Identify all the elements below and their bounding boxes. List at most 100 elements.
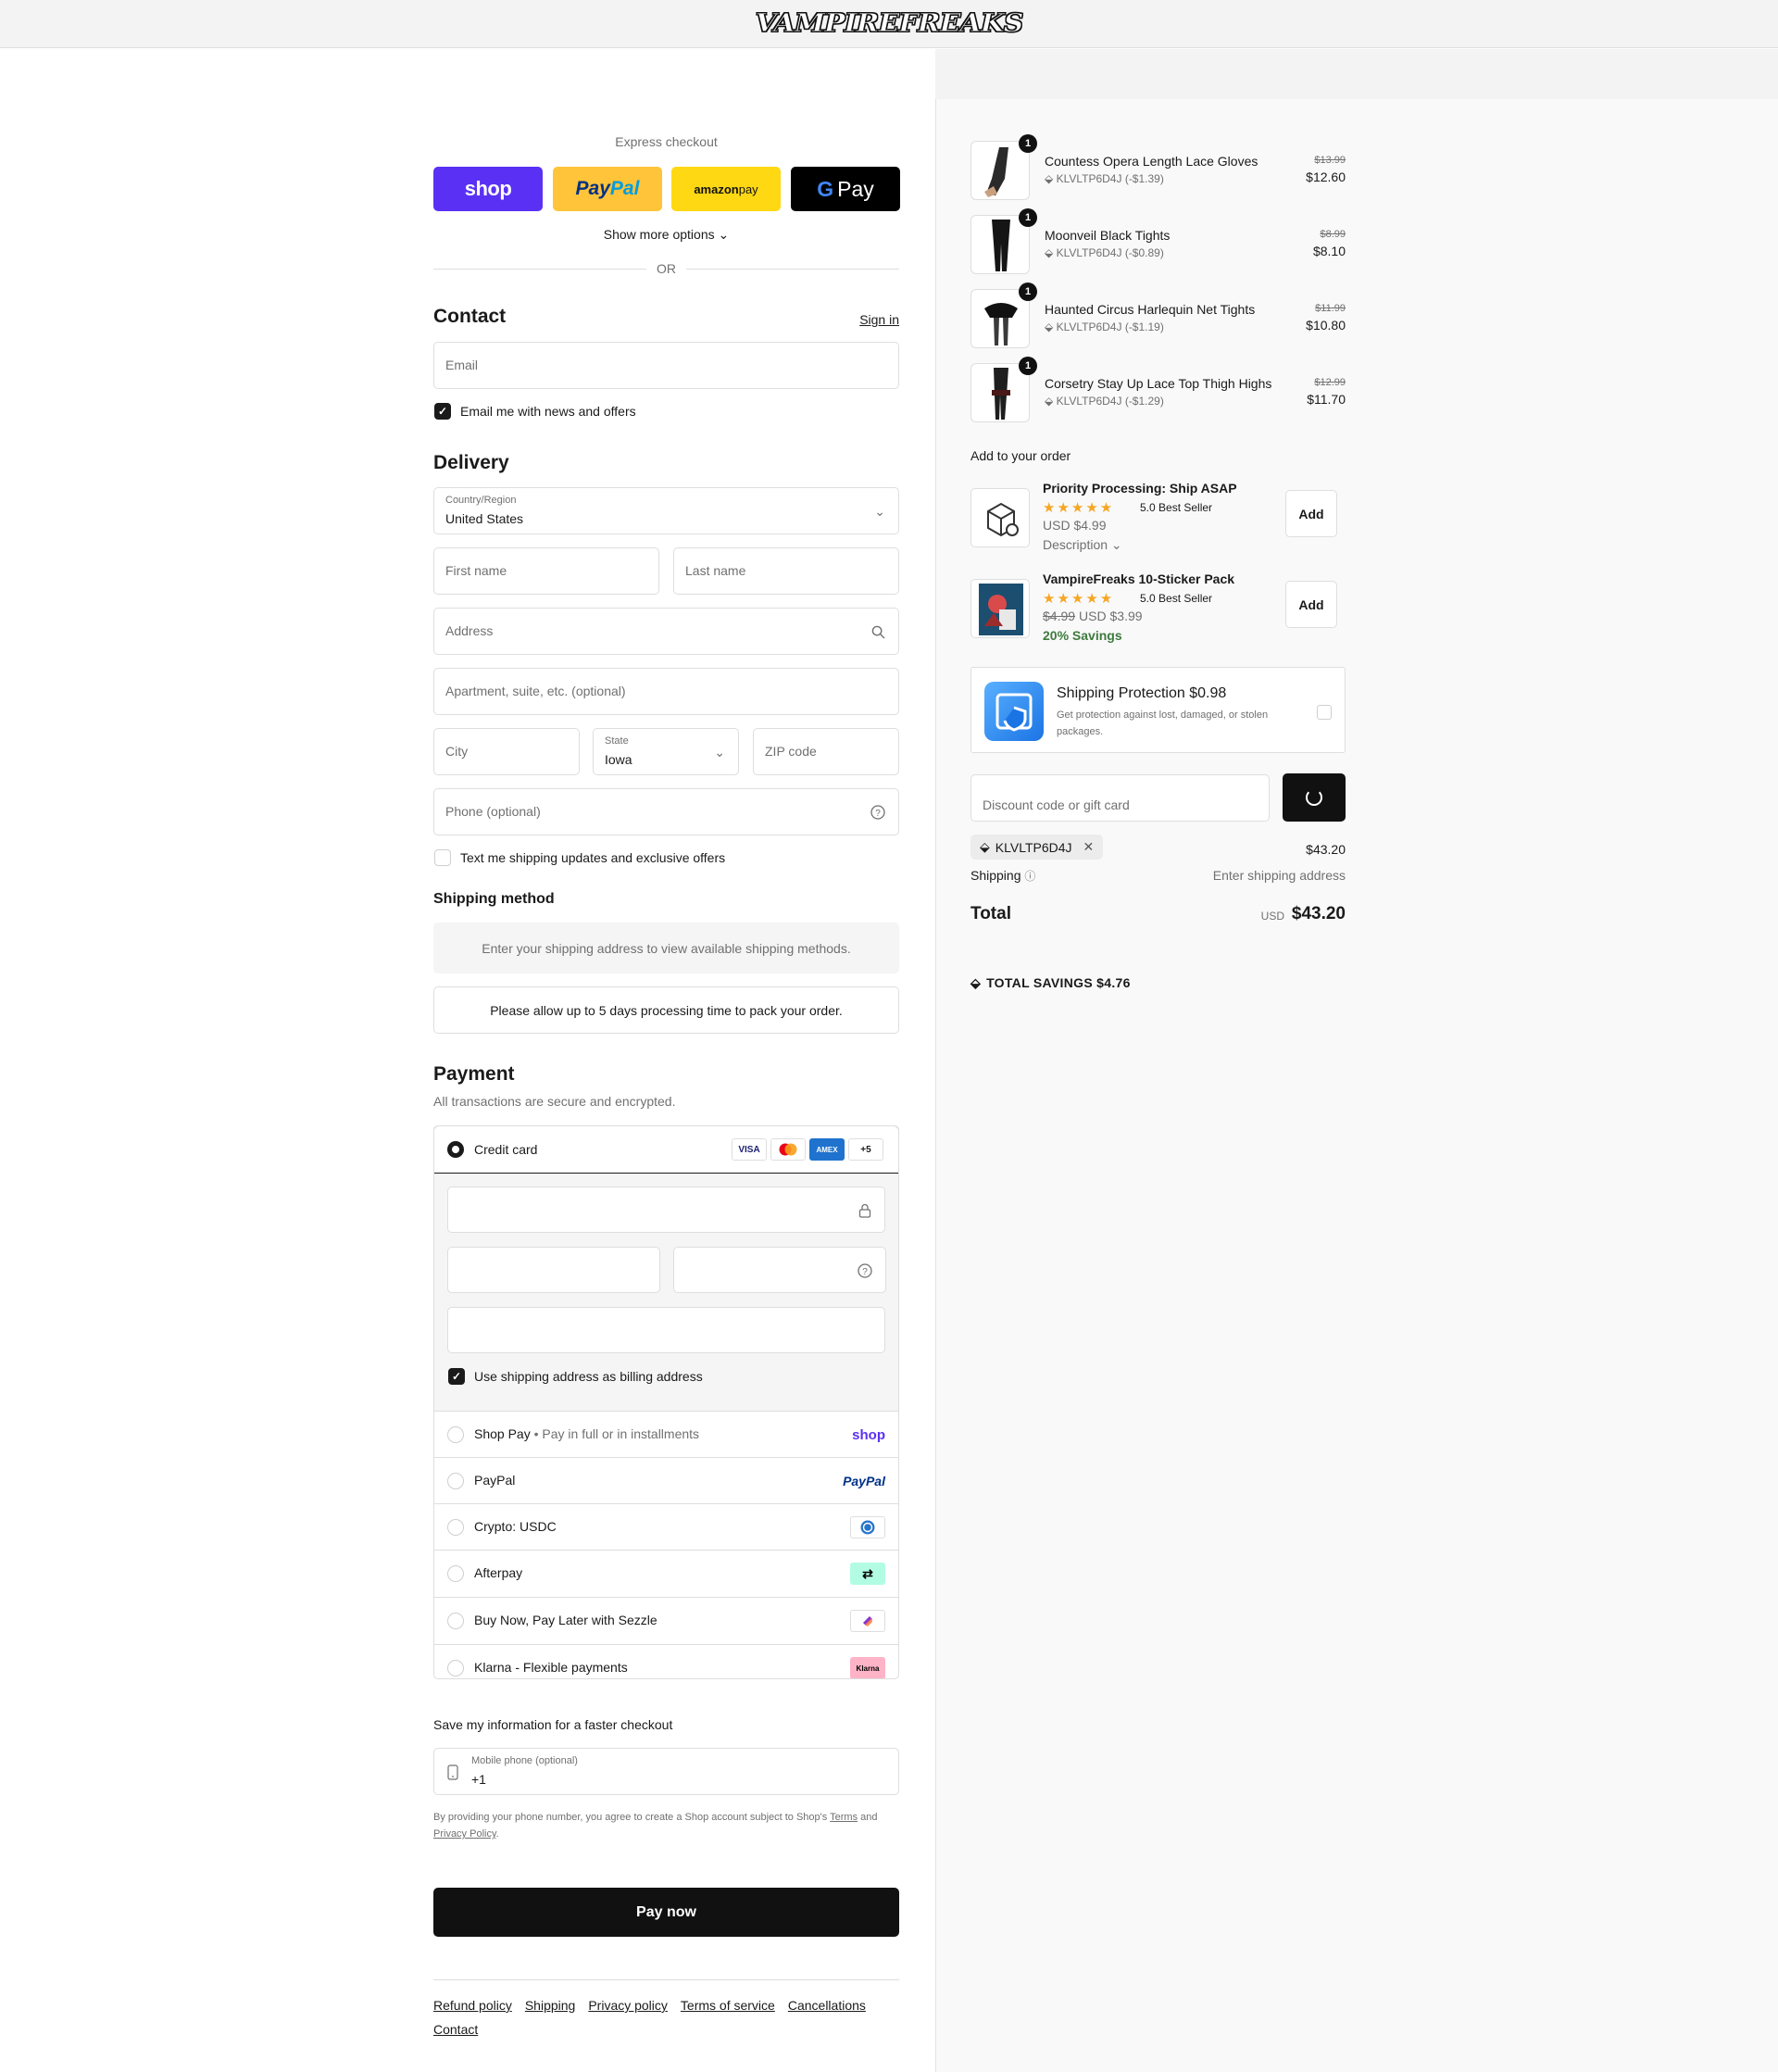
footer-divider (433, 1979, 899, 1980)
shipping-method-title: Shipping method (433, 891, 555, 907)
terms-link[interactable]: Terms (830, 1812, 858, 1823)
terms-of-service-link[interactable]: Terms of service (681, 1993, 775, 2017)
paypal-button[interactable]: Pay Pal (553, 167, 662, 211)
pay-now-button[interactable]: Pay now (433, 1888, 899, 1937)
state-select[interactable]: State Iowa ⌄ (593, 728, 739, 775)
amazon-pay-button[interactable]: amazon pay (671, 167, 781, 211)
crypto-usdc-option[interactable]: Crypto: USDC (434, 1504, 898, 1551)
description-toggle[interactable]: Description ⌄ (1043, 537, 1122, 553)
sezzle-radio[interactable] (447, 1613, 464, 1629)
paypal-radio[interactable] (447, 1473, 464, 1489)
total-currency: USD (1260, 910, 1284, 923)
sezzle-option[interactable]: Buy Now, Pay Later with Sezzle (434, 1598, 898, 1645)
shop-pay-option[interactable]: Shop Pay • Pay in full or in installment… (434, 1412, 898, 1458)
contact-link[interactable]: Contact (433, 2017, 478, 2041)
usdc-icon (850, 1516, 885, 1538)
item-original-price: $13.99 (1314, 155, 1346, 166)
discount-code-field[interactable]: Discount code or gift card (970, 774, 1270, 822)
privacy-policy-footer-link[interactable]: Privacy policy (588, 1993, 668, 2017)
protection-checkbox[interactable] (1317, 705, 1332, 720)
shield-icon (984, 682, 1044, 741)
name-on-card-field[interactable] (447, 1307, 885, 1353)
apply-discount-button[interactable] (1283, 773, 1346, 822)
item-price: $10.80 (1306, 318, 1346, 333)
total-value: $43.20 (1291, 904, 1346, 923)
more-cards-badge: +5 (848, 1138, 883, 1161)
upsell-title: Priority Processing: Ship ASAP (1043, 481, 1237, 496)
item-discount: ⬙ KLVLTP6D4J (-$1.29) (1045, 395, 1164, 408)
rating-text: 5.0 Best Seller (1140, 592, 1213, 605)
add-sticker-pack-button[interactable]: Add (1285, 581, 1337, 628)
rating-text: 5.0 Best Seller (1140, 501, 1213, 514)
zip-field[interactable]: ZIP code (753, 728, 899, 775)
klarna-icon: Klarna (850, 1657, 885, 1678)
visa-icon: VISA (732, 1138, 767, 1161)
phone-icon (447, 1764, 458, 1780)
item-price: $12.60 (1306, 170, 1346, 184)
add-priority-processing-button[interactable]: Add (1285, 490, 1337, 537)
amex-icon: AMEX (809, 1138, 845, 1161)
vampirefreaks-logo[interactable]: VAMPIREFREAKS (755, 8, 1024, 38)
help-icon[interactable]: ⓘ (1024, 870, 1035, 883)
country-select[interactable]: Country/Region United States ⌄ (433, 487, 899, 534)
payment-subtitle: All transactions are secure and encrypte… (433, 1094, 676, 1109)
shipping-link[interactable]: Shipping (525, 1993, 576, 2017)
delivery-heading: Delivery (433, 452, 509, 473)
quantity-badge: 1 (1019, 208, 1037, 227)
shop-pay-icon: shop (852, 1426, 885, 1443)
loading-spinner-icon (1306, 789, 1322, 806)
item-title: Moonveil Black Tights (1045, 228, 1171, 243)
address-field[interactable]: Address (433, 608, 899, 655)
chevron-down-icon: ⌄ (874, 504, 885, 519)
shipping-method-notice: Enter your shipping address to view avai… (433, 923, 899, 973)
mobile-phone-field[interactable]: Mobile phone (optional) +1 (433, 1748, 899, 1795)
save-info-title: Save my information for a faster checkou… (433, 1717, 673, 1732)
cancellations-link[interactable]: Cancellations (788, 1993, 866, 2017)
google-pay-button[interactable]: G Pay (791, 167, 900, 211)
email-news-checkbox[interactable]: ✓ (434, 403, 451, 420)
credit-card-form: ? ✓ Use shipping address as billing addr… (434, 1174, 898, 1412)
afterpay-option[interactable]: Afterpay ⇄ (434, 1551, 898, 1598)
quantity-badge: 1 (1019, 283, 1037, 301)
upsell-title: VampireFreaks 10-Sticker Pack (1043, 571, 1235, 586)
card-number-field[interactable] (447, 1187, 885, 1233)
phone-field[interactable]: Phone (optional) ? (433, 788, 899, 835)
help-icon[interactable]: ? (858, 1263, 872, 1278)
sign-in-link[interactable]: Sign in (833, 312, 899, 327)
applied-discount-chip: ⬙ KLVLTP6D4J ✕ (970, 835, 1104, 860)
credit-card-radio[interactable] (447, 1141, 464, 1158)
paypal-option[interactable]: PayPal PayPal (434, 1458, 898, 1504)
billing-same-checkbox[interactable]: ✓ (448, 1368, 465, 1385)
apartment-field[interactable]: Apartment, suite, etc. (optional) (433, 668, 899, 715)
klarna-radio[interactable] (447, 1660, 464, 1676)
show-more-options[interactable]: Show more options ⌄ (433, 227, 899, 243)
item-discount: ⬙ KLVLTP6D4J (-$1.19) (1045, 320, 1164, 333)
tag-icon: ⬙ (1045, 395, 1057, 408)
item-original-price: $8.99 (1320, 229, 1346, 240)
paypal-icon: PayPal (843, 1474, 885, 1488)
total-label: Total (970, 904, 1011, 923)
klarna-option[interactable]: Klarna - Flexible payments Klarna (434, 1645, 898, 1678)
email-field[interactable]: Email (433, 342, 899, 389)
shop-pay-button[interactable]: shop (433, 167, 543, 211)
tag-icon: ⬙ (980, 839, 990, 854)
quantity-badge: 1 (1019, 357, 1037, 375)
help-icon[interactable]: ? (870, 805, 885, 820)
add-to-order-title: Add to your order (970, 448, 1071, 463)
first-name-field[interactable]: First name (433, 547, 659, 595)
city-field[interactable]: City (433, 728, 580, 775)
crypto-radio[interactable] (447, 1519, 464, 1536)
star-rating: ★★★★★ (1043, 591, 1115, 607)
remove-discount-icon[interactable]: ✕ (1083, 839, 1095, 855)
security-code-field[interactable]: ? (673, 1247, 886, 1293)
sms-checkbox[interactable] (434, 849, 451, 866)
credit-card-option[interactable]: Credit card VISA AMEX +5 (434, 1126, 898, 1174)
refund-policy-link[interactable]: Refund policy (433, 1993, 512, 2017)
shop-pay-radio[interactable] (447, 1426, 464, 1443)
last-name-field[interactable]: Last name (673, 547, 899, 595)
upsell-savings: 20% Savings (1043, 628, 1122, 643)
expiration-field[interactable] (447, 1247, 660, 1293)
privacy-policy-link[interactable]: Privacy Policy (433, 1828, 496, 1840)
summary-top-strip (935, 49, 1778, 99)
afterpay-radio[interactable] (447, 1565, 464, 1582)
